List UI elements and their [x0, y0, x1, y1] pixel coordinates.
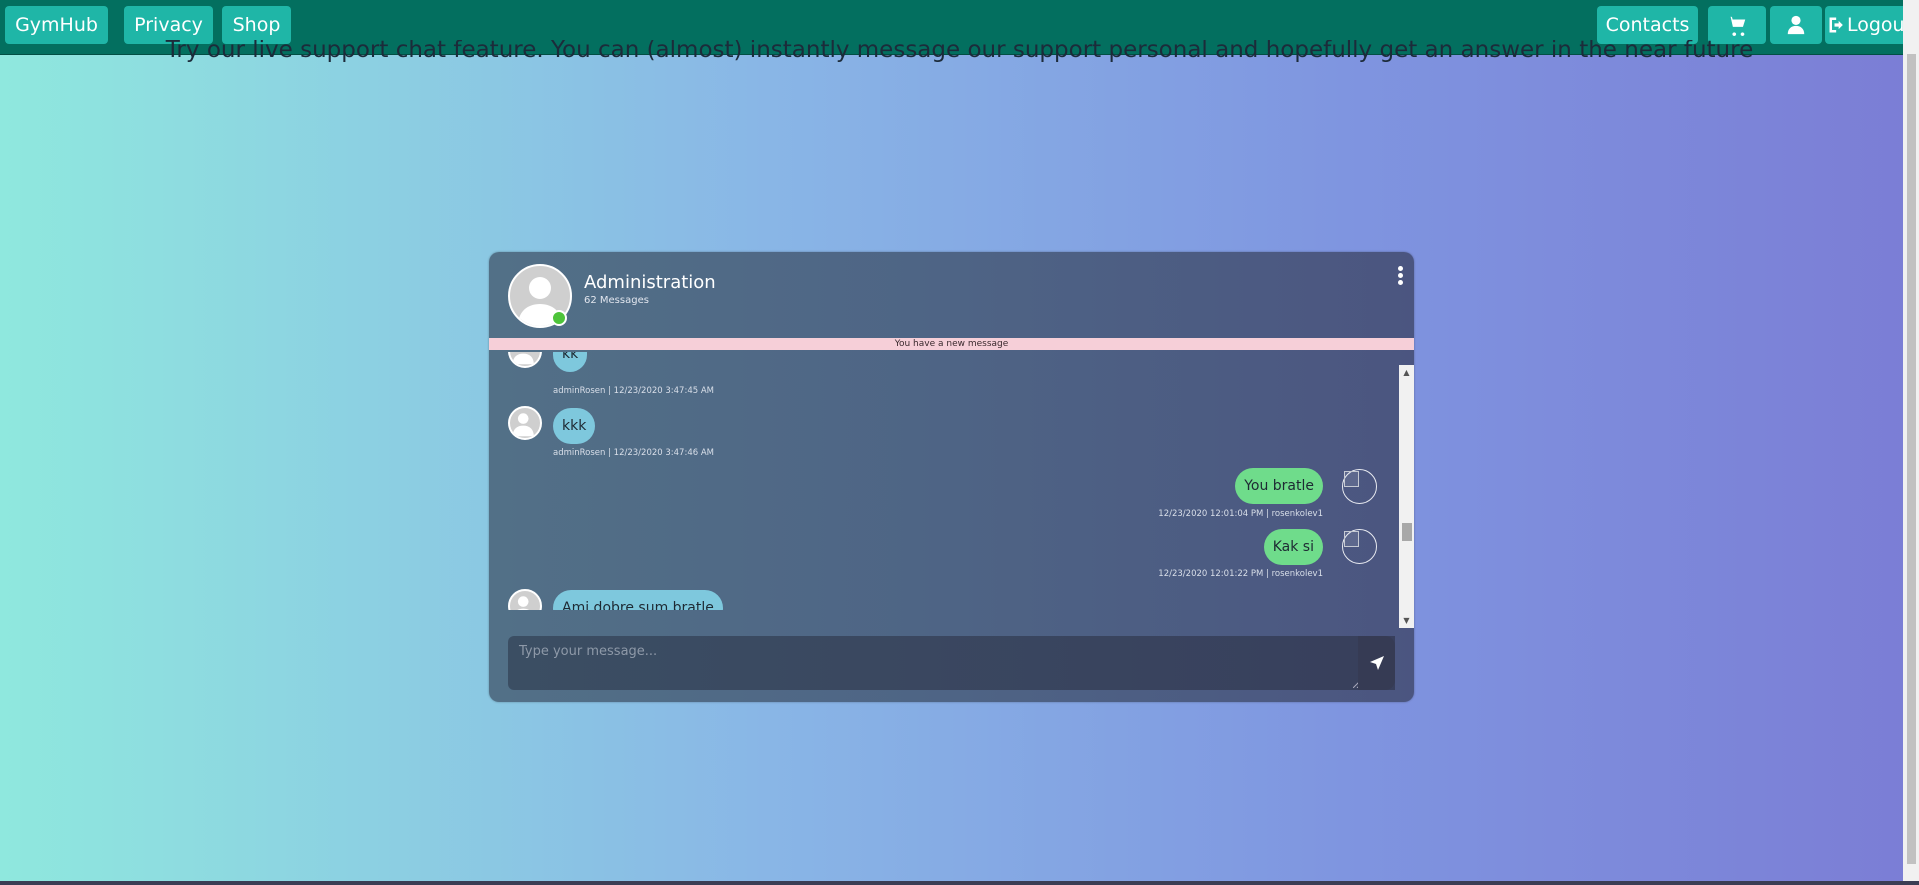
new-message-banner: You have a new message [489, 338, 1414, 350]
logout-icon [1829, 17, 1843, 33]
scroll-down-icon[interactable]: ▼ [1399, 613, 1414, 628]
message-bubble: Kak si [1263, 529, 1323, 565]
bottom-edge [0, 881, 1919, 885]
page-scroll-thumb[interactable] [1907, 54, 1916, 864]
send-icon [1369, 656, 1384, 670]
chat-header: Administration 62 Messages [489, 252, 1414, 338]
kebab-menu-icon[interactable] [1397, 266, 1405, 286]
cart-icon [1727, 16, 1746, 36]
message-meta: 12/23/2020 12:01:04 PM | rosenkolev1 [1158, 509, 1323, 519]
logout-button[interactable]: Logout [1825, 6, 1915, 44]
message-bubble: You bratle [1235, 468, 1323, 504]
brand-button[interactable]: GymHub [5, 6, 108, 44]
message-bubble: kk [553, 352, 588, 372]
intro-text: Try our live support chat feature. You c… [165, 40, 1754, 63]
message-meta: adminRosen | 12/23/2020 3:47:45 AM [553, 386, 714, 396]
chat-card: Administration 62 Messages You have a ne… [489, 252, 1414, 702]
page-scrollbar[interactable] [1903, 0, 1919, 881]
message-list: kk adminRosen | 12/23/2020 3:47:45 AM kk… [489, 352, 1401, 610]
message-bubble: Ami dobre sum bratle [553, 590, 723, 610]
message-meta: 12/23/2020 12:01:22 PM | rosenkolev1 [1158, 569, 1323, 579]
message-bubble: kkk [553, 408, 596, 444]
shop-button[interactable]: Shop [222, 6, 291, 44]
broken-avatar-image [1342, 529, 1377, 564]
chat-title: Administration [584, 272, 716, 293]
message-meta: adminRosen | 12/23/2020 3:47:46 AM [553, 448, 714, 458]
message-count: 62 Messages [584, 295, 649, 306]
user-icon [1787, 15, 1805, 35]
privacy-button[interactable]: Privacy [124, 6, 213, 44]
broken-avatar-image [1342, 469, 1377, 504]
message-input[interactable]: Type your message... [508, 636, 1395, 690]
scroll-up-icon[interactable]: ▲ [1399, 365, 1414, 380]
contacts-button[interactable]: Contacts [1597, 6, 1698, 44]
profile-button[interactable] [1770, 6, 1822, 44]
scroll-thumb[interactable] [1402, 523, 1412, 541]
person-avatar-icon [508, 352, 542, 368]
cart-button[interactable] [1708, 6, 1766, 44]
message-scrollbar[interactable]: ▲ ▼ [1399, 365, 1414, 628]
person-avatar-icon [508, 589, 542, 610]
person-avatar-icon [508, 406, 542, 440]
online-status-indicator [551, 310, 567, 326]
send-button[interactable] [1358, 636, 1395, 690]
